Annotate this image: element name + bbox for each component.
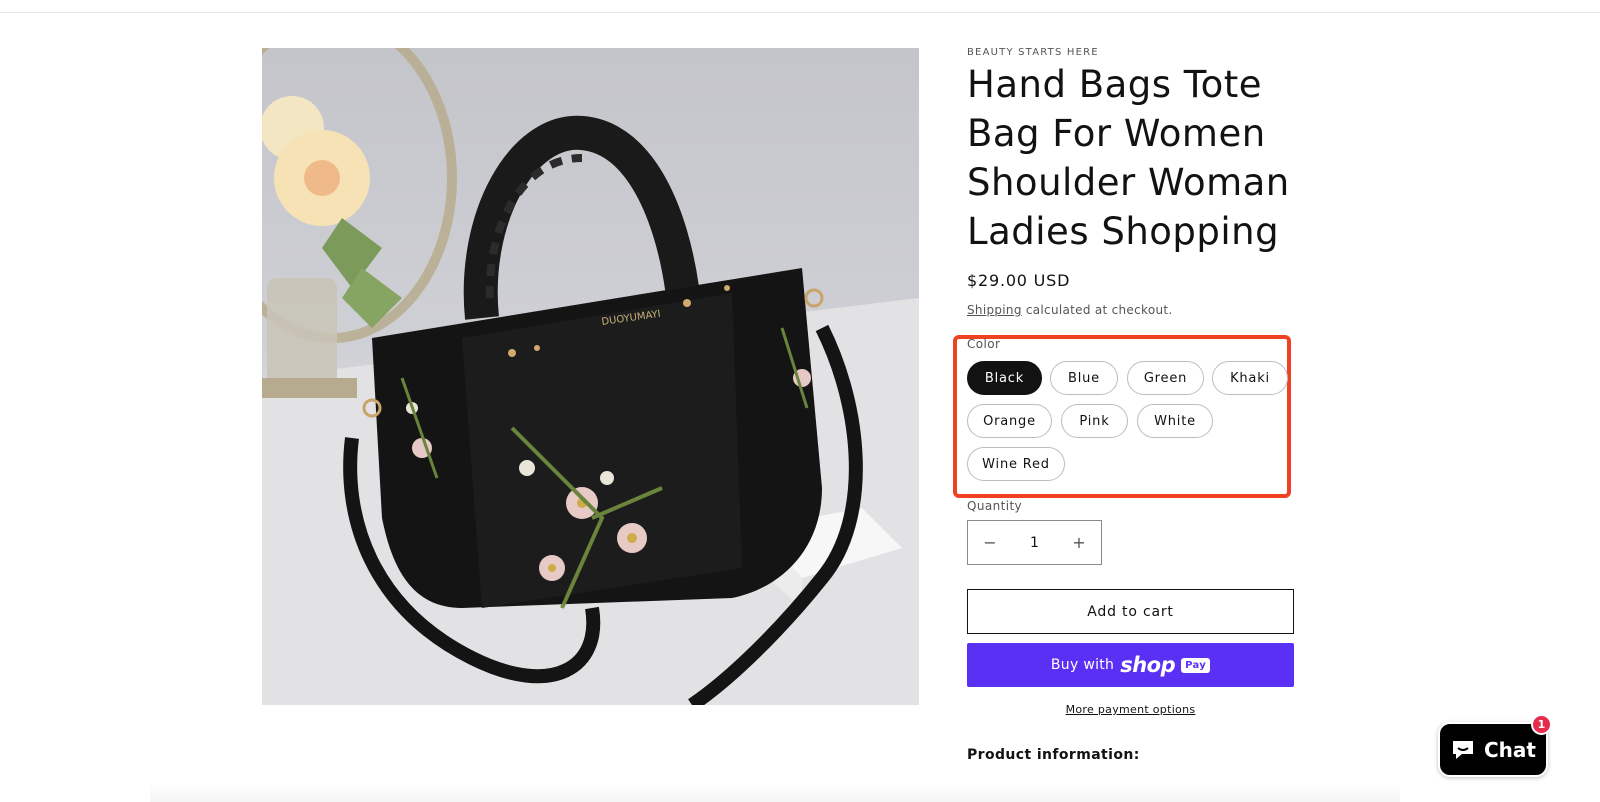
chat-notification-badge: 1 <box>1531 714 1552 735</box>
chat-button[interactable]: Chat <box>1438 722 1548 777</box>
product-price: $29.00 USD <box>967 271 1071 290</box>
buy-with-label: Buy with <box>1050 657 1115 673</box>
quantity-increase-button[interactable]: + <box>1057 521 1101 564</box>
shipping-note: Shipping calculated at checkout. <box>967 303 1173 317</box>
quantity-decrease-button[interactable]: − <box>968 521 1012 564</box>
more-payment-options-link[interactable]: More payment options <box>1066 703 1196 716</box>
color-legend: Color <box>967 337 1001 351</box>
buy-with-shop-pay-button[interactable]: Buy with shop Pay <box>967 643 1294 687</box>
product-vendor: BEAUTY STARTS HERE <box>967 47 1099 58</box>
color-option-white[interactable]: White <box>1137 404 1213 438</box>
color-option-pink[interactable]: Pink <box>1061 404 1128 438</box>
color-option-orange[interactable]: Orange <box>967 404 1052 438</box>
quantity-input[interactable]: 1 <box>1012 521 1057 564</box>
page-title: Hand Bags Tote Bag For Women Shoulder Wo… <box>967 63 1290 253</box>
quantity-label: Quantity <box>967 499 1023 513</box>
color-option-green[interactable]: Green <box>1127 361 1204 395</box>
color-option-black[interactable]: Black <box>967 361 1042 395</box>
product-image[interactable]: DUOYUMAYI <box>262 48 919 705</box>
more-payment-options: More payment options <box>967 703 1294 716</box>
handbag-photo: DUOYUMAYI <box>262 48 919 705</box>
color-option-khaki[interactable]: Khaki <box>1212 361 1288 395</box>
pay-badge: Pay <box>1181 657 1211 673</box>
color-option-wine-red[interactable]: Wine Red <box>967 447 1065 481</box>
shipping-note-text: calculated at checkout. <box>1021 303 1173 317</box>
bottom-shadow <box>150 782 1400 802</box>
color-option-blue[interactable]: Blue <box>1050 361 1118 395</box>
chat-bubble-icon <box>1453 740 1473 759</box>
shipping-link[interactable]: Shipping <box>967 303 1022 317</box>
quantity-stepper: − 1 + <box>967 520 1102 565</box>
product-information-heading: Product information: <box>967 747 1140 763</box>
add-to-cart-button[interactable]: Add to cart <box>967 589 1294 634</box>
header-divider <box>0 12 1600 13</box>
chat-label: Chat <box>1484 737 1536 762</box>
shop-logo: shop <box>1120 653 1176 677</box>
